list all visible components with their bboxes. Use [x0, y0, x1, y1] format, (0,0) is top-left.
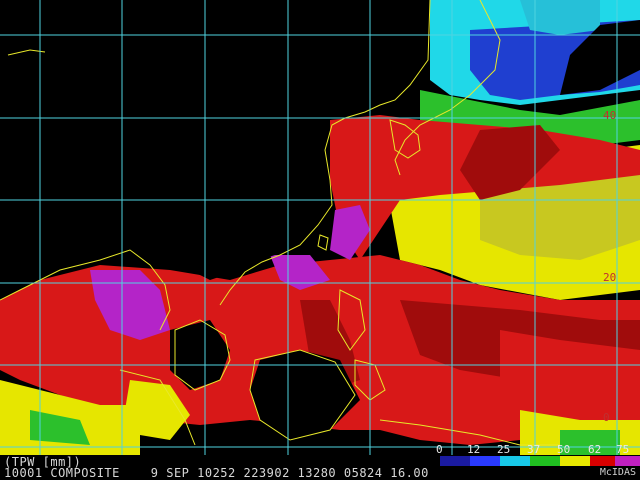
colorbar-swatch-6 — [615, 456, 640, 466]
colorbar-label-62: 62 — [588, 443, 602, 456]
colorbar-swatch-3 — [530, 456, 560, 466]
colorbar-label-37: 37 — [527, 443, 541, 456]
colorbar-label-75: 75 — [616, 443, 630, 456]
lat-label-40: 40 — [603, 109, 617, 122]
lat-label-0: 0 — [603, 411, 610, 424]
colorbar-label-12: 12 — [467, 443, 481, 456]
lat-label-20: 20 — [603, 271, 617, 284]
colorbar-label-50: 50 — [557, 443, 571, 456]
colorbar-label-0: 0 — [436, 443, 443, 456]
colorbar-swatch-4 — [560, 456, 590, 466]
colorbar-swatch-5 — [590, 456, 615, 466]
tpw-satellite-map — [0, 0, 640, 455]
colorbar-swatch-0 — [440, 456, 470, 466]
mcidas-credit: McIDAS — [599, 467, 636, 478]
colorbar-label-25: 25 — [497, 443, 511, 456]
colorbar-swatch-2 — [500, 456, 530, 466]
image-info-line: 10001 COMPOSITE 9 SEP 10252 223902 13280… — [4, 466, 429, 480]
colorbar-swatch-1 — [470, 456, 500, 466]
